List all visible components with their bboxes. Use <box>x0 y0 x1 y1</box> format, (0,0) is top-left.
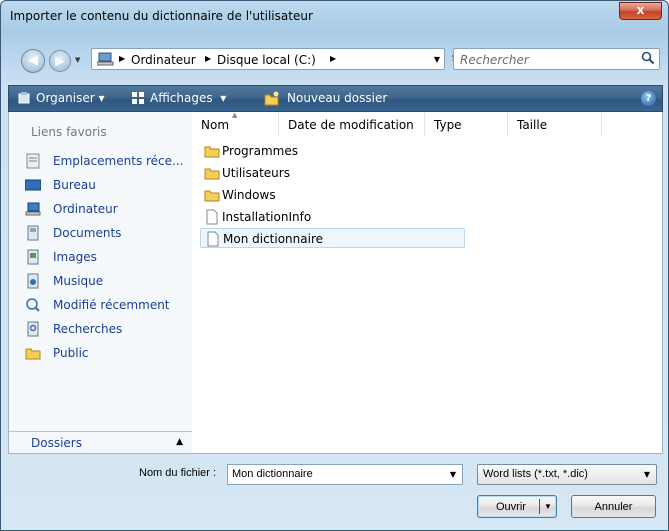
list-item-selected[interactable]: Mon dictionnaire <box>200 228 465 248</box>
sidebar-item-label: Images <box>53 250 97 264</box>
filename-label: Nom du fichier : <box>139 467 217 479</box>
file-type-select[interactable]: Word lists (*.txt, *.dic) ▼ <box>477 464 657 485</box>
back-button[interactable]: ◀ <box>21 49 45 73</box>
sidebar-item-label: Public <box>53 346 89 360</box>
address-dropdown-icon[interactable]: ▼ <box>434 55 440 64</box>
folders-label: Dossiers <box>31 436 82 450</box>
sidebar-item-documents[interactable]: Documents <box>25 223 191 243</box>
split-divider <box>539 499 540 514</box>
file-icon <box>207 231 219 247</box>
breadcrumb-separator-icon[interactable]: ▶ <box>119 54 125 63</box>
desktop-icon <box>25 179 41 191</box>
pictures-icon <box>27 249 39 265</box>
help-icon: ? <box>645 93 652 104</box>
sidebar-item-searches[interactable]: Recherches <box>25 319 191 339</box>
recent-pages-dropdown-icon[interactable]: ▼ <box>75 56 80 64</box>
folders-toggle[interactable]: Dossiers ▲ <box>9 431 193 453</box>
folder-icon <box>204 168 220 180</box>
sidebar-item-label: Modifié récemment <box>53 298 170 312</box>
command-toolbar: Organiser ▾ Affichages ▾ Nouveau dossier… <box>8 85 663 112</box>
title-bar: Importer le contenu du dictionnaire de l… <box>1 1 668 31</box>
file-list: ▲ Nom Date de modification Type Taille P… <box>192 111 663 454</box>
close-icon: x <box>636 3 645 17</box>
column-header-name[interactable]: ▲ Nom <box>192 111 279 136</box>
favorites-heading: Liens favoris <box>31 125 107 139</box>
list-item[interactable]: Windows <box>200 185 465 205</box>
views-icon <box>132 92 144 104</box>
search-box[interactable]: Rechercher <box>453 48 660 70</box>
views-button[interactable]: Affichages ▾ <box>150 91 226 105</box>
sidebar-item-label: Documents <box>53 226 122 240</box>
public-folder-icon <box>25 348 41 360</box>
organize-icon <box>18 92 30 104</box>
recently-changed-icon <box>26 298 40 312</box>
chevron-down-icon[interactable]: ▼ <box>644 470 650 479</box>
help-button[interactable]: ? <box>641 91 656 106</box>
column-header-date[interactable]: Date de modification <box>279 112 425 136</box>
documents-icon <box>27 225 39 241</box>
sort-ascending-icon: ▲ <box>232 111 238 119</box>
sidebar-item-public[interactable]: Public <box>25 343 191 363</box>
filename-combobox[interactable]: Mon dictionnaire ▼ <box>227 464 463 485</box>
address-bar[interactable]: ▶ Ordinateur ▶ Disque local (C:) ▶ ▼ <box>91 48 445 70</box>
computer-icon <box>97 52 114 66</box>
column-header-type[interactable]: Type <box>425 112 508 136</box>
sidebar-item-label: Recherches <box>53 322 123 336</box>
list-item[interactable]: Programmes <box>200 141 465 161</box>
sidebar-item-label: Ordinateur <box>53 202 118 216</box>
back-arrow-icon: ◀ <box>28 53 38 68</box>
organize-button[interactable]: Organiser ▾ <box>36 91 105 105</box>
folder-icon <box>204 190 220 202</box>
sidebar-item-pictures[interactable]: Images <box>25 247 191 267</box>
sidebar-item-label: Emplacements réce... <box>53 154 184 168</box>
breadcrumb-separator-icon[interactable]: ▶ <box>330 54 336 63</box>
music-icon <box>27 273 39 289</box>
list-item[interactable]: Utilisateurs <box>200 163 465 183</box>
file-icon <box>206 209 218 225</box>
list-item[interactable]: InstallationInfo <box>200 207 465 227</box>
sidebar-item-computer[interactable]: Ordinateur <box>25 199 191 219</box>
cancel-button[interactable]: Annuler <box>571 495 656 518</box>
column-header-size[interactable]: Taille <box>508 112 602 136</box>
breadcrumb-computer[interactable]: Ordinateur <box>131 53 196 67</box>
computer-icon <box>25 202 41 216</box>
recent-places-icon <box>26 153 40 169</box>
breadcrumb-separator-icon[interactable]: ▶ <box>205 54 211 63</box>
open-button[interactable]: Ouvrir ▼ <box>477 495 557 518</box>
dialog-window: Importer le contenu du dictionnaire de l… <box>0 0 669 531</box>
forward-button[interactable]: ▶ <box>49 50 71 72</box>
sidebar-item-desktop[interactable]: Bureau <box>25 175 191 195</box>
sidebar-item-label: Bureau <box>53 178 96 192</box>
new-folder-button[interactable]: Nouveau dossier <box>287 91 387 105</box>
chevron-down-icon[interactable]: ▼ <box>450 470 456 479</box>
window-title: Importer le contenu du dictionnaire de l… <box>10 9 313 23</box>
chevron-down-icon[interactable]: ▼ <box>544 502 552 511</box>
chevron-up-icon: ▲ <box>176 437 183 447</box>
file-type-value: Word lists (*.txt, *.dic) <box>483 468 588 480</box>
sidebar-item-recent-places[interactable]: Emplacements réce... <box>25 151 191 171</box>
searches-icon <box>27 321 39 337</box>
search-icon[interactable] <box>641 51 655 65</box>
filename-field[interactable]: Mon dictionnaire <box>232 468 313 480</box>
sidebar-item-music[interactable]: Musique <box>25 271 191 291</box>
search-input[interactable]: Rechercher <box>460 53 529 67</box>
folder-icon <box>204 146 220 158</box>
forward-arrow-icon: ▶ <box>55 54 65 69</box>
close-button[interactable]: x <box>619 2 662 20</box>
navigation-pane: Liens favoris Emplacements réce... Burea… <box>8 112 193 454</box>
breadcrumb-local-disk[interactable]: Disque local (C:) <box>217 53 316 67</box>
sidebar-item-recently-changed[interactable]: Modifié récemment <box>25 295 191 315</box>
sidebar-item-label: Musique <box>53 274 104 288</box>
new-folder-icon <box>264 91 279 106</box>
